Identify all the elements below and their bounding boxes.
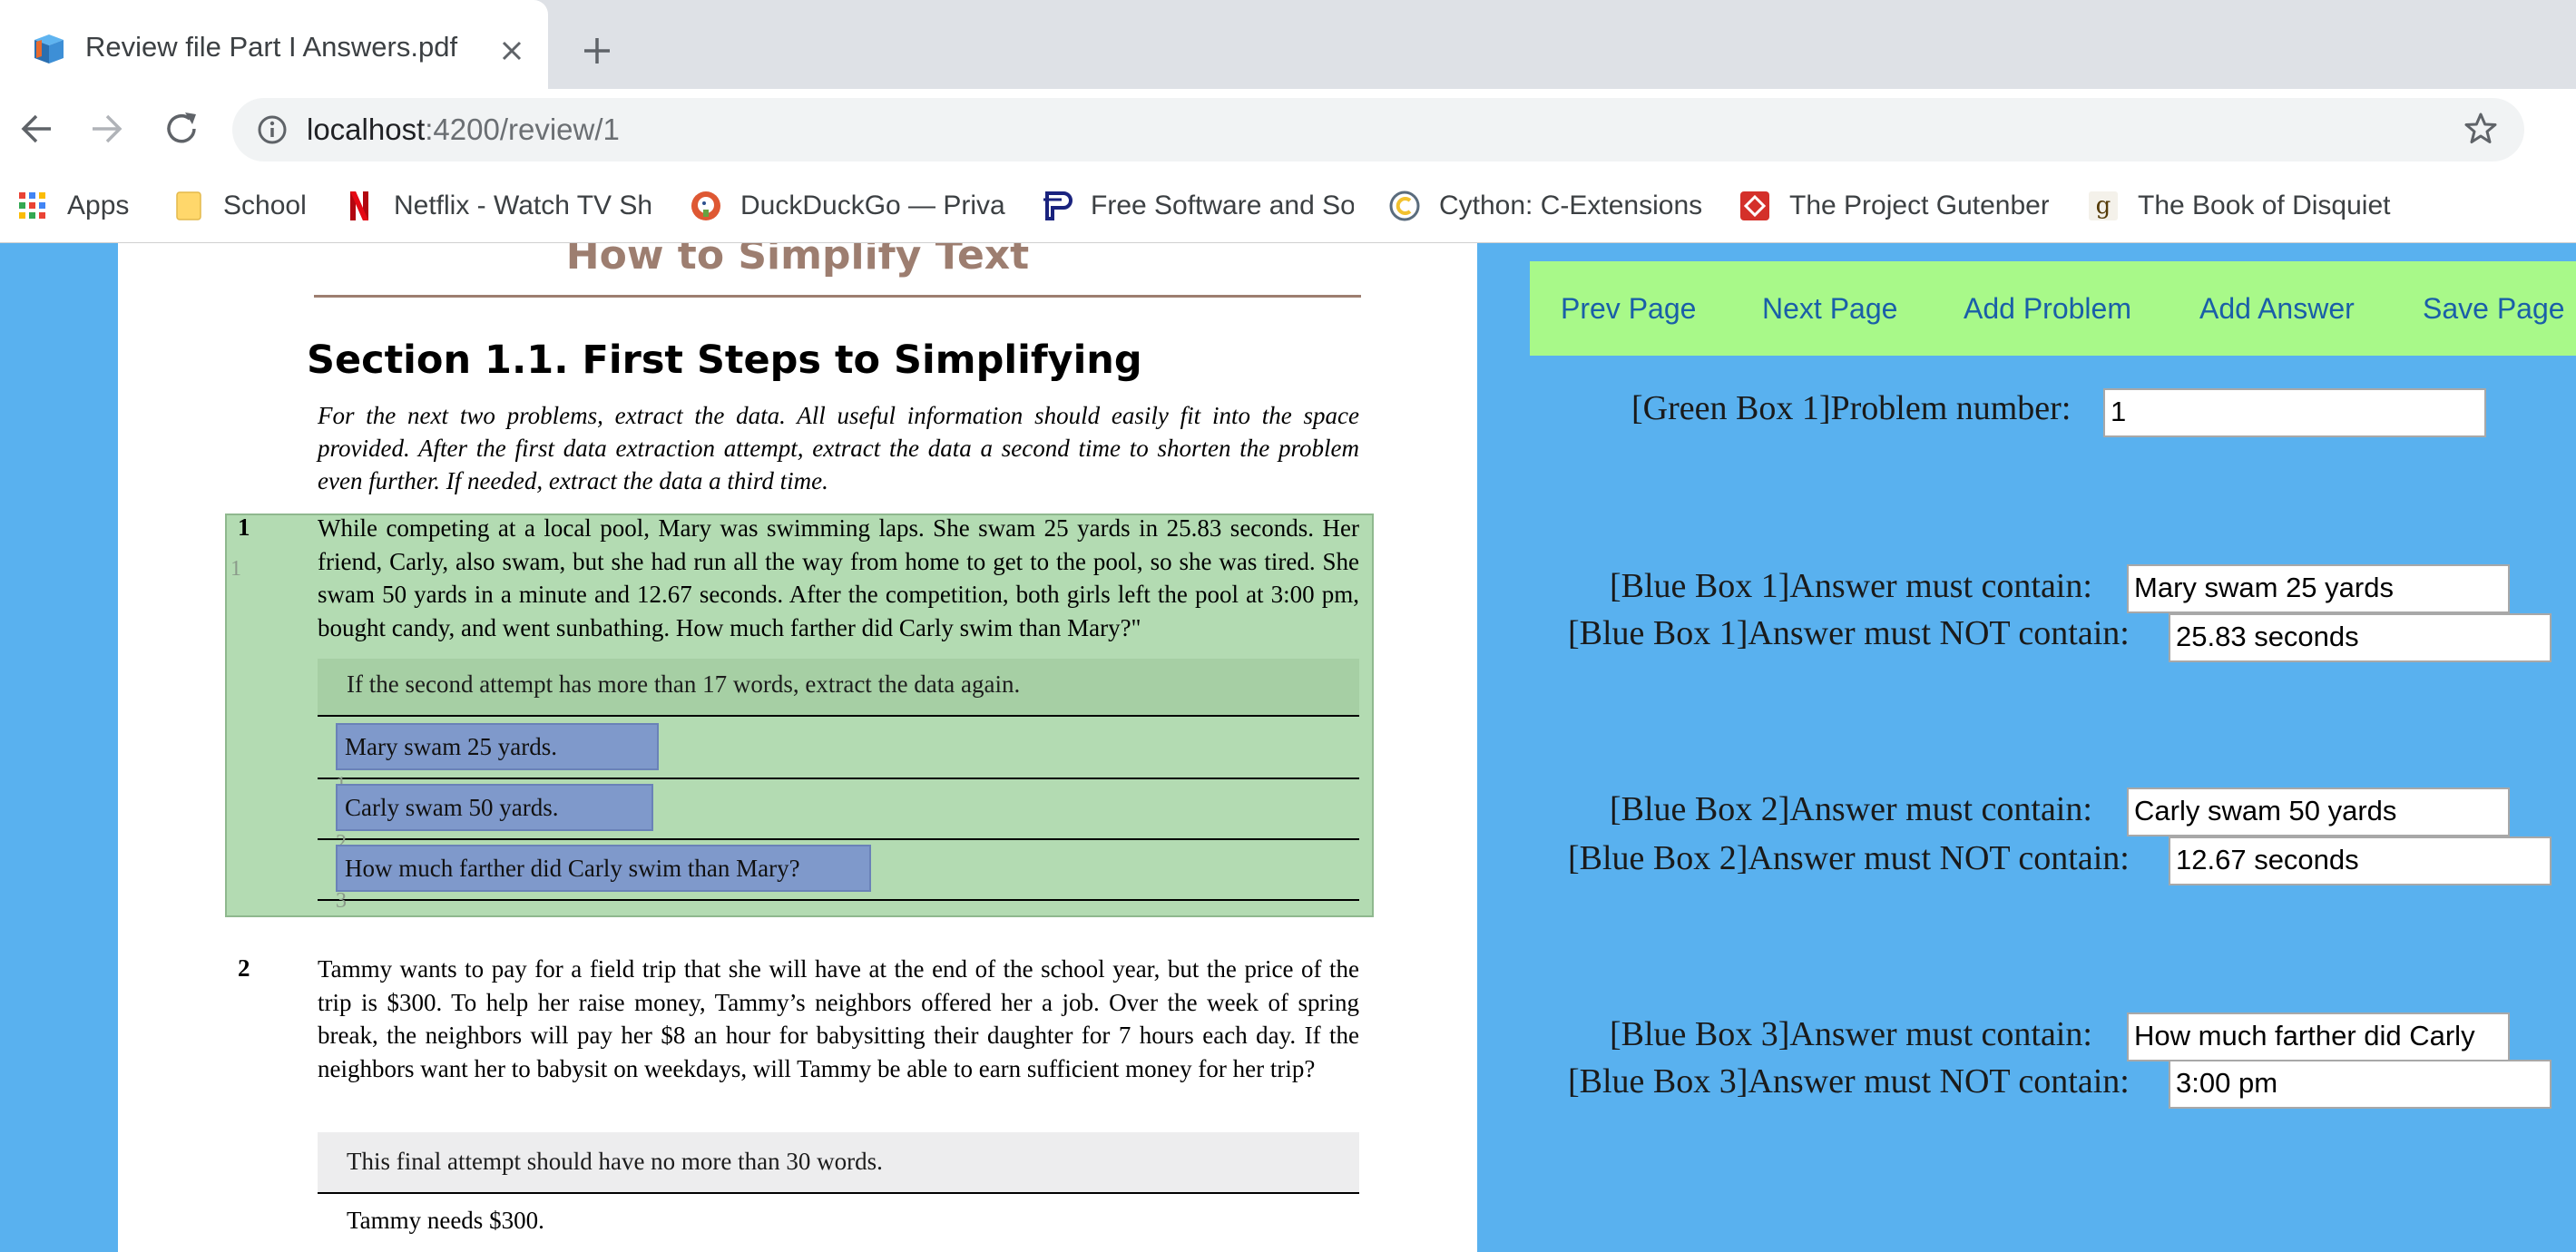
bookmark-label: The Book of Disquiet [2138, 191, 2391, 220]
address-bar[interactable]: localhost:4200/review/1 [232, 98, 2524, 161]
blue-answer-box[interactable]: Mary swam 25 yards. [336, 723, 659, 770]
answer-not-contain-label: [Blue Box 1]Answer must NOT contain: [1568, 614, 2130, 652]
attempt-note: If the second attempt has more than 17 w… [318, 659, 1359, 717]
pdf-page: How to Simplify Text Section 1.1. First … [118, 243, 1477, 1252]
bookmark-free-software[interactable]: Free Software and So [1040, 185, 1354, 227]
bookmark-book-of-disquiet[interactable]: g The Book of Disquiet [2087, 185, 2395, 227]
bookmark-star-icon[interactable] [2463, 111, 2499, 147]
answer-line: Carly swam 50 yards. [318, 779, 1359, 840]
bookmark-label: Apps [67, 191, 130, 220]
problem-number-label: [Green Box 1]Problem number: [1631, 389, 2072, 427]
bookmark-label: DuckDuckGo — Priva [740, 191, 1005, 220]
bookmarks-bar: Apps School Netflix - Watch TV Sh DuckDu… [0, 174, 2576, 243]
answer-contain-label: [Blue Box 3]Answer must contain: [1610, 1015, 2092, 1053]
attempt-note: This final attempt should have no more t… [318, 1132, 1359, 1194]
apps-grid-icon [19, 192, 45, 219]
forward-arrow-icon[interactable] [87, 109, 127, 149]
tab-title: Review file Part I Answers.pdf [85, 31, 458, 63]
pdf-book-icon [34, 34, 64, 64]
answer-line: Mary swam 25 yards. [318, 719, 1359, 779]
tab-strip: Review file Part I Answers.pdf [0, 0, 2576, 89]
url-text: localhost:4200/review/1 [307, 112, 620, 147]
answer-contain-input[interactable]: How much farther did Carly [2127, 1012, 2510, 1061]
info-icon[interactable] [256, 113, 289, 146]
review-panel: Prev Page Next Page Add Problem Add Answ… [1477, 243, 2576, 1252]
bookmark-label: School [223, 191, 307, 220]
bookmark-label: Cython: C-Extensions [1439, 191, 1703, 220]
bookmark-netflix[interactable]: Netflix - Watch TV Sh [343, 185, 651, 227]
blue-answer-box[interactable]: How much farther did Carly swim than Mar… [336, 845, 871, 892]
answer-not-contain-label: [Blue Box 3]Answer must NOT contain: [1568, 1062, 2130, 1100]
answer-not-contain-input[interactable]: 12.67 seconds [2169, 836, 2552, 885]
folder-icon [176, 191, 201, 220]
goodreads-icon: g [2089, 191, 2118, 220]
bookmark-duckduckgo[interactable]: DuckDuckGo — Priva [690, 185, 1005, 227]
problem-number-input[interactable]: 1 [2103, 388, 2486, 437]
bookmark-apps[interactable]: Apps [16, 185, 134, 227]
prev-page-button[interactable]: Prev Page [1561, 292, 1696, 326]
problem-text: While competing at a local pool, Mary wa… [318, 514, 1359, 641]
answer-not-contain-input[interactable]: 25.83 seconds [2169, 613, 2552, 662]
back-arrow-icon[interactable] [16, 109, 56, 149]
next-page-button[interactable]: Next Page [1762, 292, 1897, 326]
answer-contain-label: [Blue Box 2]Answer must contain: [1610, 790, 2092, 828]
margin-mark: 1 [230, 557, 241, 581]
bookmark-label: Netflix - Watch TV Sh [394, 191, 651, 220]
browser-tab[interactable]: Review file Part I Answers.pdf [0, 0, 548, 89]
blue-answer-box[interactable]: Carly swam 50 yards. [336, 784, 653, 831]
cython-icon [1389, 191, 1420, 221]
close-icon[interactable] [494, 33, 530, 69]
answer-contain-input[interactable]: Mary swam 25 yards [2127, 564, 2510, 613]
answer-contain-label: [Blue Box 1]Answer must contain: [1610, 567, 2092, 605]
duckduckgo-icon [691, 191, 720, 220]
fsf-icon [1043, 191, 1073, 220]
bookmark-label: Free Software and So [1091, 191, 1354, 220]
gutenberg-icon [1740, 191, 1769, 220]
answer-not-contain-label: [Blue Box 2]Answer must NOT contain: [1568, 839, 2130, 877]
document-title: How to Simplify Text [565, 243, 1030, 279]
page-viewport: How to Simplify Text Section 1.1. First … [0, 243, 2576, 1252]
reload-icon[interactable] [162, 109, 201, 149]
save-page-button[interactable]: Save Page [2423, 292, 2565, 326]
add-answer-button[interactable]: Add Answer [2199, 292, 2355, 326]
bookmark-label: The Project Gutenber [1789, 191, 2049, 220]
bookmark-cython[interactable]: Cython: C-Extensions [1388, 185, 1706, 227]
bookmark-school[interactable]: School [172, 185, 318, 227]
answer-contain-input[interactable]: Carly swam 50 yards [2127, 787, 2510, 836]
answer-line: How much farther did Carly swim than Mar… [318, 840, 1359, 901]
page-toolbar: Prev Page Next Page Add Problem Add Answ… [1530, 261, 2576, 356]
title-rule [314, 295, 1361, 298]
section-heading: Section 1.1. First Steps to Simplifying [307, 337, 1142, 383]
new-tab-icon[interactable] [579, 33, 615, 69]
answer-line-text: Tammy needs $300. [347, 1207, 544, 1234]
url-host: localhost [307, 112, 426, 146]
problem-number: 1 [238, 514, 250, 541]
problem-text: Tammy wants to pay for a field trip that… [318, 955, 1359, 1082]
netflix-icon [350, 191, 368, 220]
bookmark-gutenberg[interactable]: The Project Gutenber [1739, 185, 2049, 227]
add-problem-button[interactable]: Add Problem [1964, 292, 2131, 326]
margin-mark: 3 [336, 889, 347, 913]
svg-text:g: g [2096, 192, 2111, 220]
problem-number: 2 [238, 954, 250, 982]
url-path: :4200/review/1 [425, 112, 620, 146]
answer-not-contain-input[interactable]: 3:00 pm [2169, 1060, 2552, 1109]
instructions-text: For the next two problems, extract the d… [318, 402, 1359, 494]
